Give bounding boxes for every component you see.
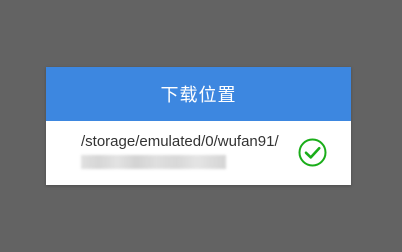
dialog-title: 下载位置 xyxy=(160,85,237,106)
storage-path-label: /storage/emulated/0/wufan91/ xyxy=(81,133,279,150)
check-circle-icon[interactable] xyxy=(298,138,327,167)
storage-path-option[interactable]: /storage/emulated/0/wufan91/ xyxy=(46,121,351,185)
dialog-header: 下载位置 xyxy=(46,67,351,121)
blurred-secondary-text xyxy=(81,155,226,169)
download-location-dialog: 下载位置 /storage/emulated/0/wufan91/ xyxy=(46,67,351,185)
